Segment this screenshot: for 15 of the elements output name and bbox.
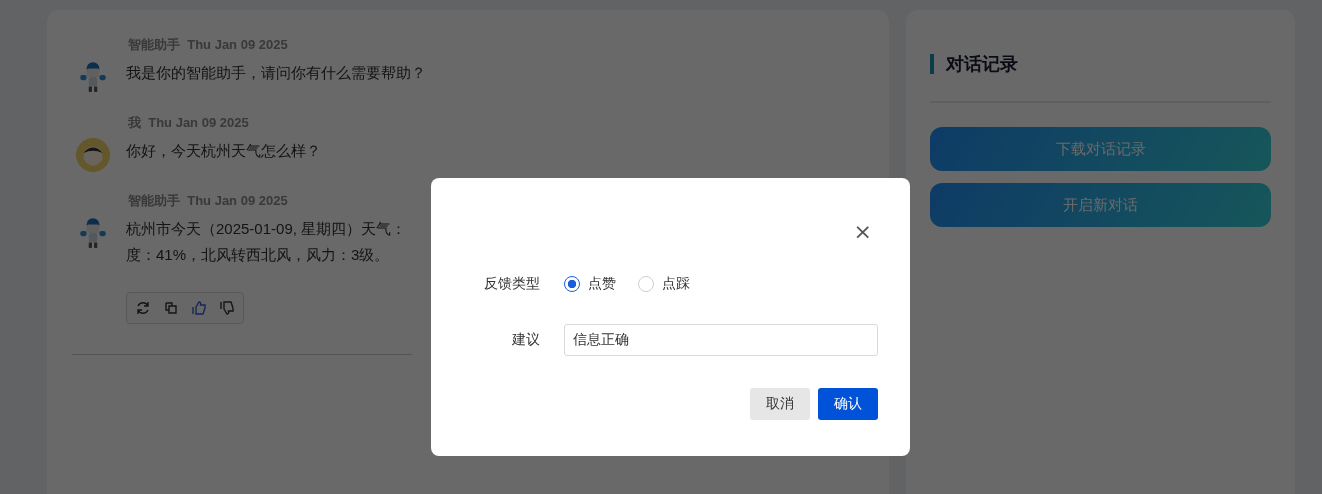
- field-label: 反馈类型: [483, 275, 540, 293]
- message-text: 我是你的智能助手，请问你有什么需要帮助？: [126, 63, 426, 83]
- radio-option[interactable]: 点赞: [564, 275, 616, 293]
- confirm-button[interactable]: 确认: [818, 388, 878, 420]
- message-text: 度：41%，北风转西北风，风力：3级。: [126, 245, 391, 265]
- suggestion-field[interactable]: 信息正确: [564, 324, 878, 356]
- message-text: 你好，今天杭州天气怎么样？: [126, 141, 321, 161]
- field-label: 建议: [511, 331, 540, 349]
- message-text: 杭州市今天（2025-01-09, 星期四）天气：: [126, 219, 407, 239]
- close-button[interactable]: ×: [847, 218, 878, 246]
- user-avatar-icon: [76, 138, 110, 172]
- radio-button[interactable]: [564, 276, 580, 292]
- sidebar-title: 对话记录: [930, 54, 1271, 74]
- cancel-button[interactable]: 取消: [750, 388, 810, 420]
- radio-option[interactable]: 点踩: [638, 275, 690, 293]
